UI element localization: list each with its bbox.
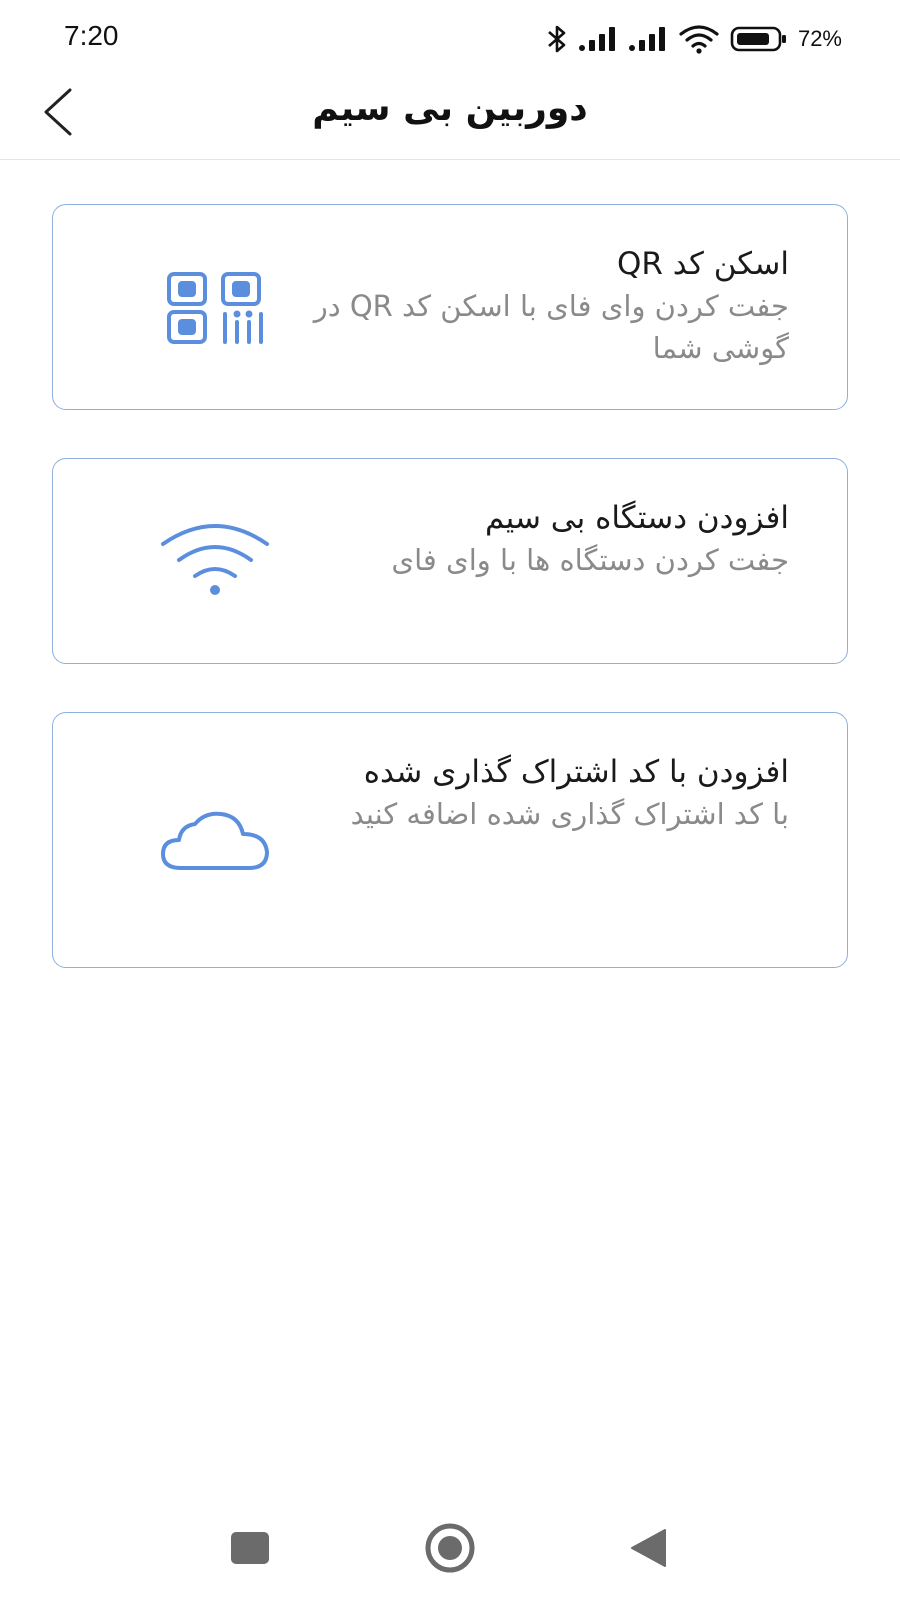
app-header: دوربین بی سیم <box>0 78 900 160</box>
nav-back-button[interactable] <box>618 1522 678 1578</box>
cloud-icon <box>159 797 271 887</box>
home-circle-icon <box>424 1522 476 1578</box>
battery-percent: 72% <box>797 26 842 51</box>
option-text: افزودن با کد اشتراک گذاری شده با کد اشتر… <box>289 751 789 835</box>
option-description: جفت کردن دستگاه ها با وای فای <box>391 543 789 577</box>
option-title: اسکن کد QR <box>617 246 789 282</box>
option-scan-qr[interactable]: اسکن کد QR جفت کردن وای فای با اسکن کد Q… <box>52 204 848 410</box>
status-bar: 7:20 72% <box>0 0 900 78</box>
option-title: افزودن دستگاه بی سیم <box>484 500 789 536</box>
wifi-icon <box>159 515 271 605</box>
status-icons: 72% <box>546 22 842 56</box>
status-time: 7:20 <box>64 20 119 51</box>
battery-icon <box>730 25 788 53</box>
qr-code-icon <box>159 263 271 353</box>
home-button[interactable] <box>420 1522 480 1578</box>
signal-icon <box>578 25 618 53</box>
bluetooth-icon <box>546 24 568 54</box>
navigation-bar <box>0 1500 900 1600</box>
back-triangle-icon <box>629 1528 667 1572</box>
recents-button[interactable] <box>220 1522 280 1578</box>
recents-square-icon <box>230 1531 270 1569</box>
option-text: اسکن کد QR جفت کردن وای فای با اسکن کد Q… <box>289 243 789 369</box>
signal-icon <box>628 25 668 53</box>
option-description: جفت کردن وای فای با اسکن کد QR در گوشی ش… <box>313 289 789 365</box>
page-title: دوربین بی سیم <box>312 88 588 129</box>
option-add-wireless-device[interactable]: افزودن دستگاه بی سیم جفت کردن دستگاه ها … <box>52 458 848 664</box>
option-title: افزودن با کد اشتراک گذاری شده <box>363 754 789 790</box>
wifi-icon <box>678 24 720 54</box>
option-text: افزودن دستگاه بی سیم جفت کردن دستگاه ها … <box>289 497 789 581</box>
option-description: با کد اشتراک گذاری شده اضافه کنید <box>350 797 789 831</box>
option-add-shared-code[interactable]: افزودن با کد اشتراک گذاری شده با کد اشتر… <box>52 712 848 968</box>
